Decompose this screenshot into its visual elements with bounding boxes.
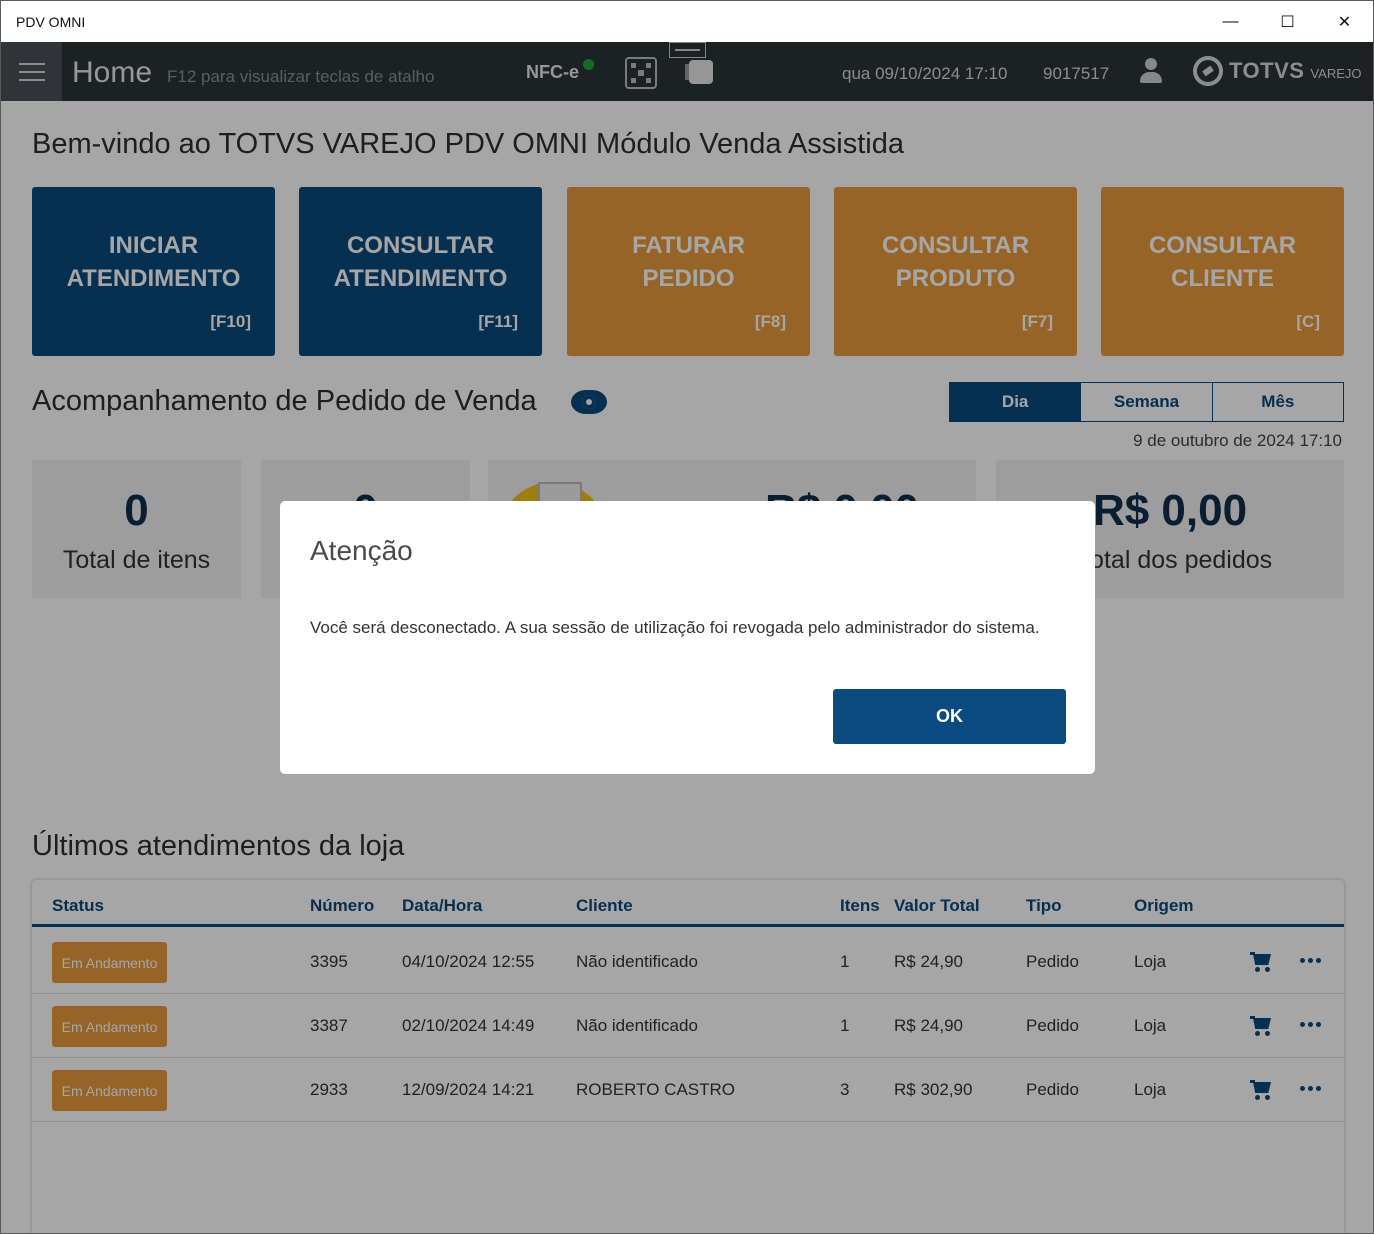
close-button[interactable]: ✕: [1316, 1, 1373, 42]
app-window: PDV OMNI — ☐ ✕ Home F12 para visualizar …: [0, 0, 1374, 1234]
window-titlebar: PDV OMNI — ☐ ✕: [1, 1, 1373, 42]
window-controls: — ☐ ✕: [1202, 1, 1373, 42]
maximize-button[interactable]: ☐: [1259, 1, 1316, 42]
attention-dialog: Atenção Você será desconectado. A sua se…: [280, 501, 1095, 774]
window-title: PDV OMNI: [16, 13, 86, 30]
minimize-button[interactable]: —: [1202, 1, 1259, 42]
ok-button[interactable]: OK: [833, 689, 1066, 744]
dialog-title: Atenção: [310, 535, 413, 566]
dialog-message: Você será desconectado. A sua sessão de …: [310, 618, 1040, 637]
